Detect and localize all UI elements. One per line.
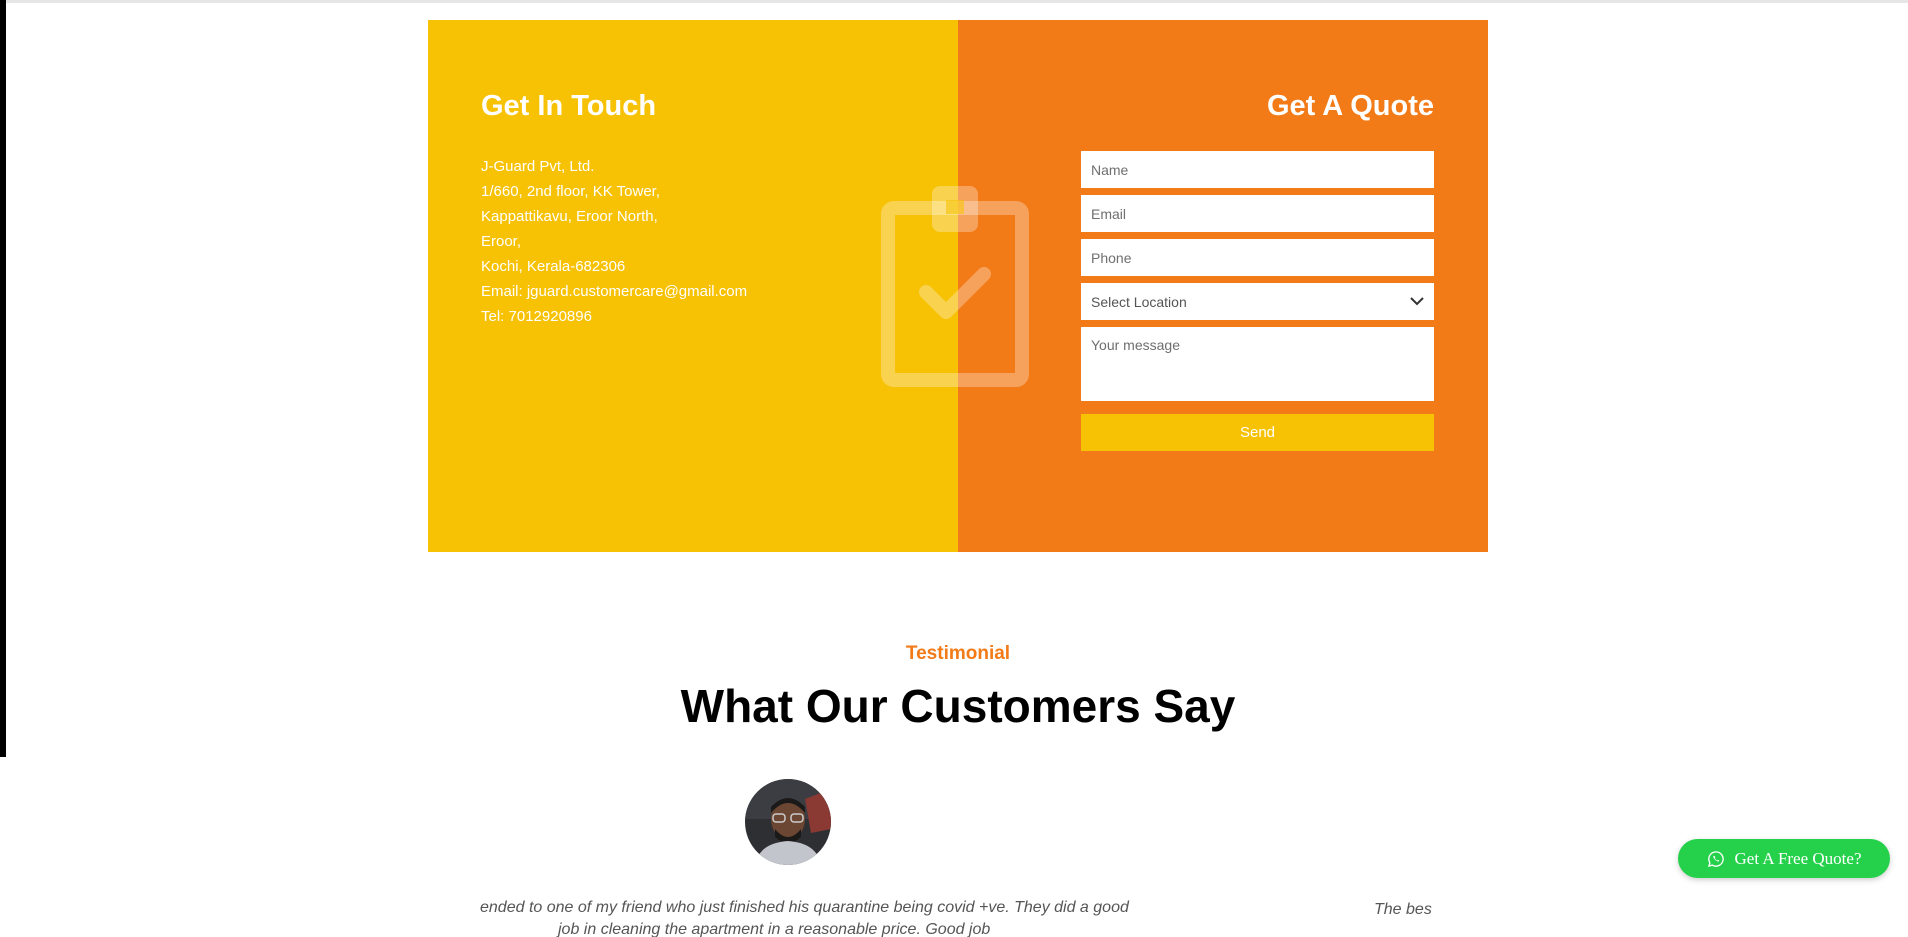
contact-section: Get In Touch J-Guard Pvt, Ltd. 1/660, 2n… [428,20,1488,552]
chevron-down-icon [1410,297,1424,306]
whatsapp-button-label: Get A Free Quote? [1734,848,1862,868]
get-in-touch-title: Get In Touch [481,90,657,122]
next-testimonial-quote: The bes [1374,901,1432,918]
top-divider [0,0,1908,3]
get-a-quote-panel: Get A Quote Select Location Send [958,20,1488,552]
address-line: J-Guard Pvt, Ltd. [481,158,595,175]
phone-field[interactable] [1081,239,1434,276]
address-line: Eroor, [481,233,522,250]
name-field[interactable] [1081,151,1434,188]
location-select[interactable]: Select Location [1081,283,1434,320]
page: Get In Touch J-Guard Pvt, Ltd. 1/660, 2n… [0,0,1908,937]
address-block: J-Guard Pvt, Ltd. 1/660, 2nd floor, KK T… [481,154,747,329]
quote-form: Select Location Send [1081,151,1434,451]
email-line[interactable]: Email: jguard.customercare@gmail.com [481,279,747,304]
customer-photo [745,779,831,865]
email-field[interactable] [1081,195,1434,232]
testimonial-quote: ended to one of my friend who just finis… [480,897,1129,937]
quote-line: job in cleaning the apartment in a reaso… [558,921,991,937]
testimonial-title: What Our Customers Say [680,680,1236,732]
address-line: Kappattikavu, Eroor North, [481,208,658,225]
message-field[interactable] [1081,327,1434,401]
phone-line[interactable]: Tel: 7012920896 [481,304,747,329]
send-button[interactable]: Send [1081,414,1434,451]
get-a-quote-title: Get A Quote [1266,90,1434,122]
get-in-touch-panel: Get In Touch J-Guard Pvt, Ltd. 1/660, 2n… [428,20,958,552]
whatsapp-quote-button[interactable]: Get A Free Quote? [1678,839,1890,878]
quote-line: ended to one of my friend who just finis… [480,899,1129,916]
address-line: Kochi, Kerala-682306 [481,258,626,275]
location-select-value: Select Location [1091,293,1187,310]
address-line: 1/660, 2nd floor, KK Tower, [481,183,661,200]
customer-avatar [745,779,831,865]
testimonial-tag: Testimonial [905,643,1011,664]
whatsapp-icon [1707,850,1724,867]
